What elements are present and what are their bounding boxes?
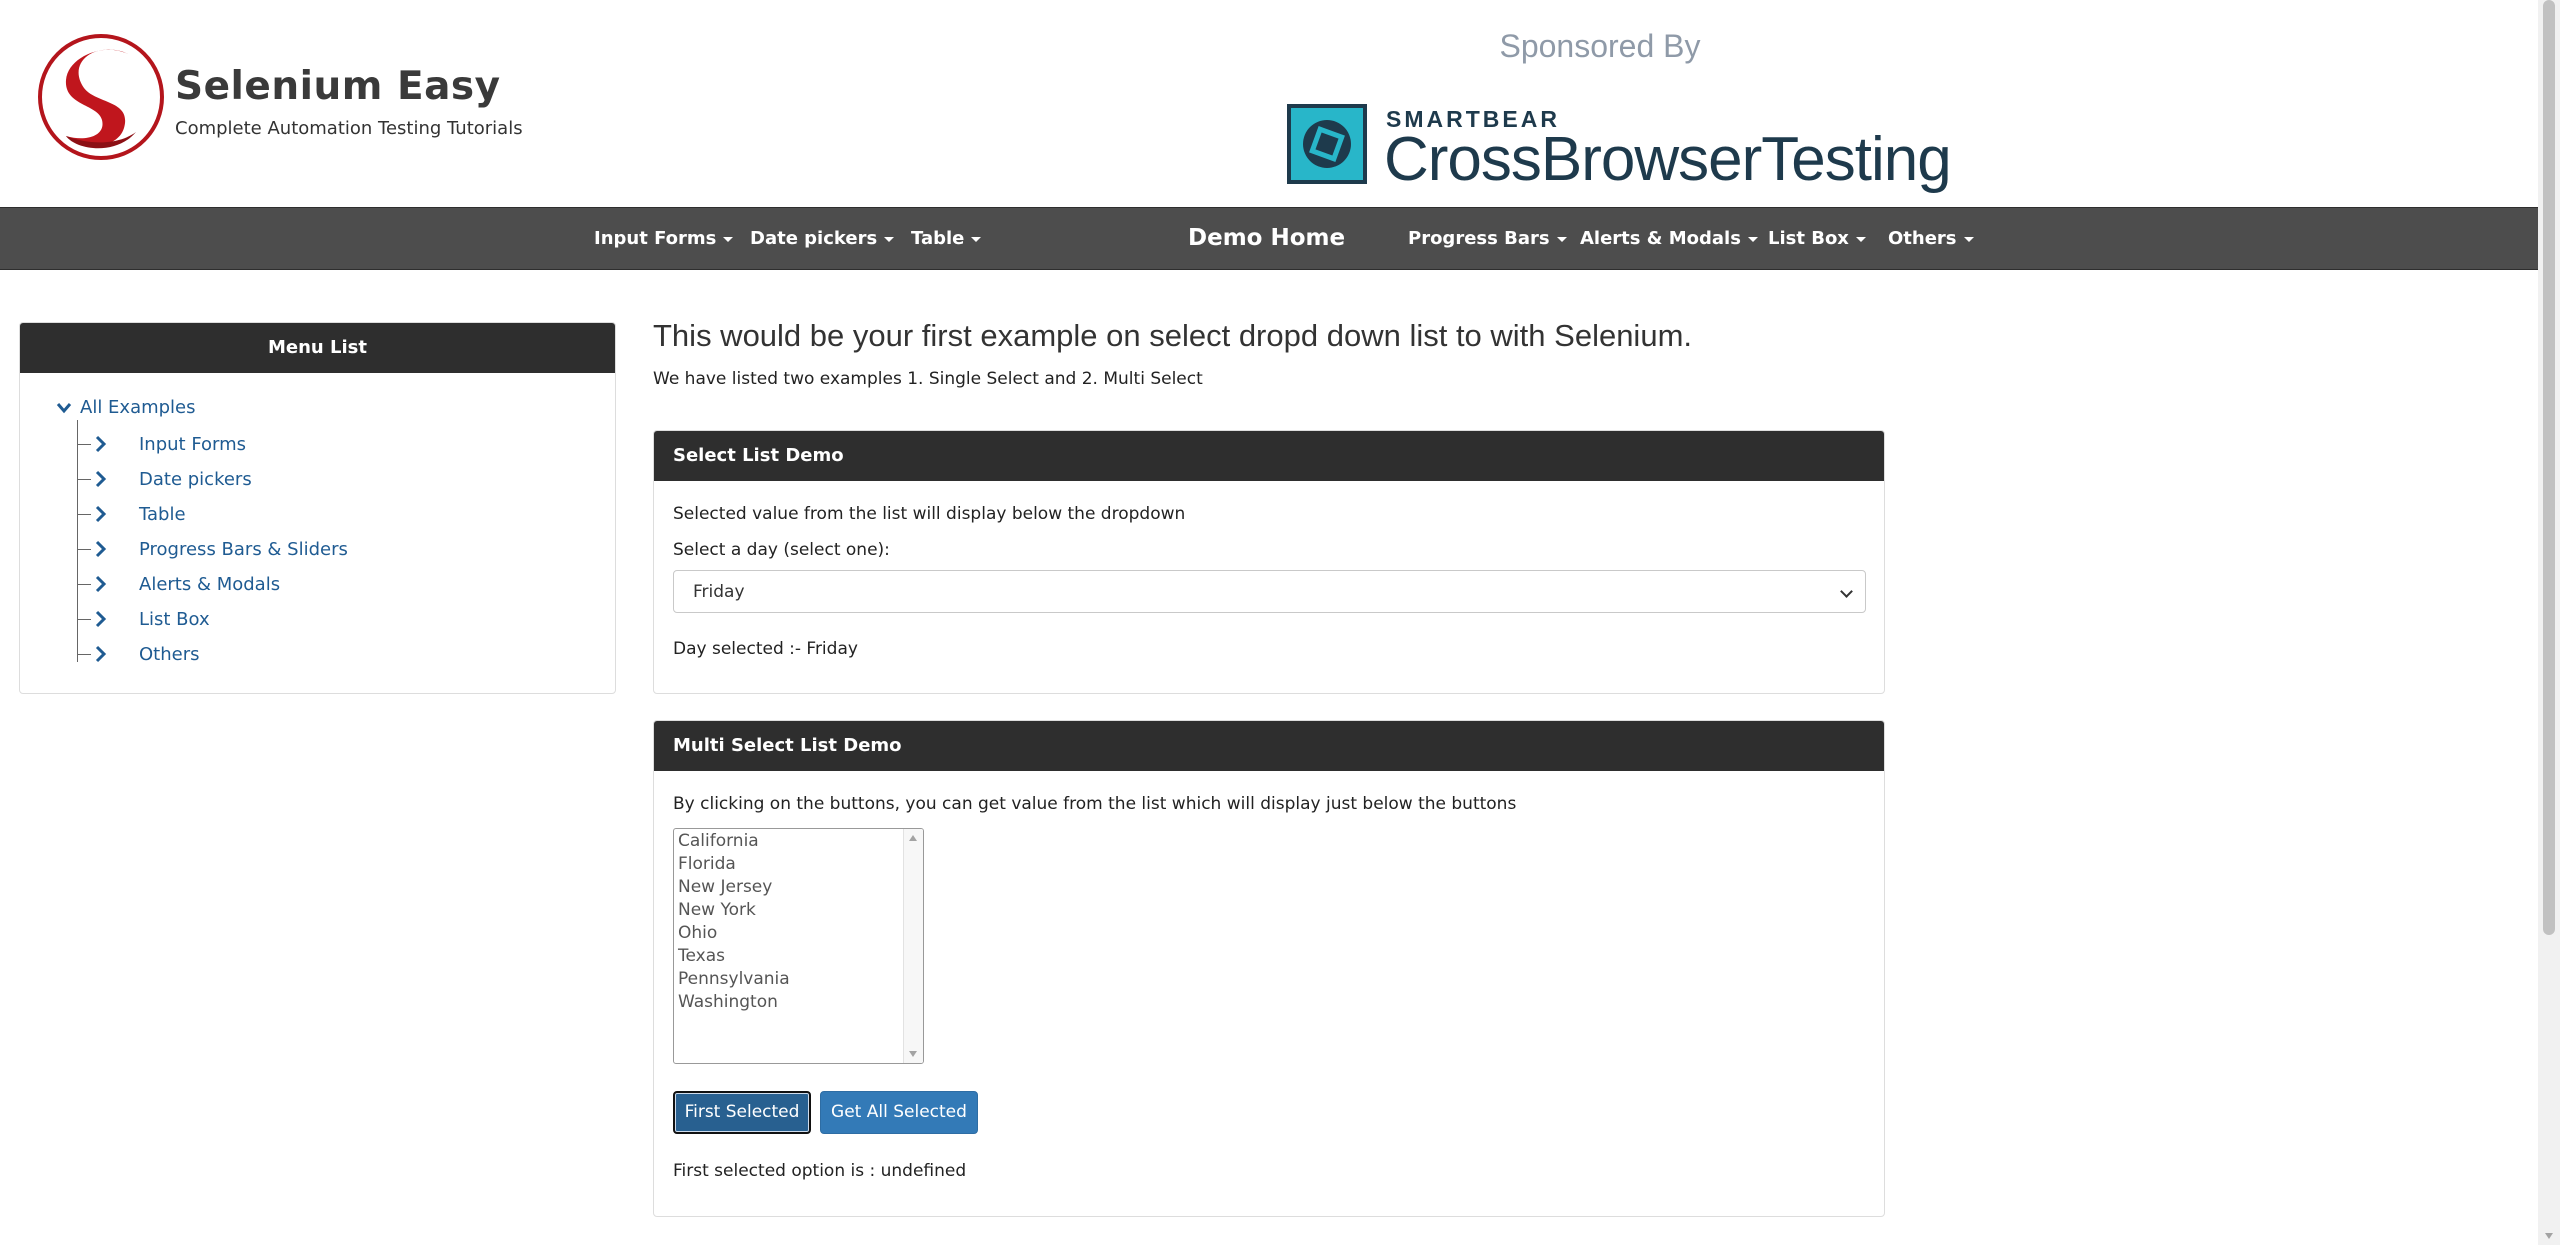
caret-down-icon <box>1747 236 1758 242</box>
sidebar-item-label: Table <box>139 504 186 525</box>
top-navbar: Input Forms Date pickers Table Demo Home… <box>0 207 2538 270</box>
nav-list-box[interactable]: List Box <box>1768 228 1866 249</box>
tree-branch <box>77 549 91 550</box>
sponsored-label: Sponsored By <box>1499 28 1701 64</box>
chevron-right-icon <box>95 645 107 663</box>
sidebar-item-label: List Box <box>139 609 210 630</box>
tree-branch <box>77 584 91 585</box>
scroll-up-icon[interactable] <box>909 835 917 841</box>
states-multi-select[interactable]: California Florida New Jersey New York O… <box>673 828 924 1064</box>
nav-demo-home[interactable]: Demo Home <box>1188 225 1345 251</box>
chevron-down-icon <box>1840 585 1853 598</box>
caret-down-icon <box>971 236 982 242</box>
sidebar-item-label: Input Forms <box>139 434 247 455</box>
tree-root-label: All Examples <box>80 397 196 418</box>
caret-down-icon <box>723 236 734 242</box>
nav-label: Others <box>1888 228 1957 249</box>
tree-branch <box>77 479 91 480</box>
site-title[interactable]: Selenium Easy <box>175 64 501 109</box>
list-option[interactable]: California <box>678 831 759 851</box>
nav-label: Date pickers <box>750 228 878 249</box>
day-select[interactable]: Friday <box>673 570 1866 613</box>
first-selected-result: First selected option is : undefined <box>673 1161 967 1181</box>
nav-alerts-modals[interactable]: Alerts & Modals <box>1580 228 1758 249</box>
nav-label: Alerts & Modals <box>1580 228 1741 249</box>
select-description: Selected value from the list will displa… <box>673 504 1186 524</box>
nav-others[interactable]: Others <box>1888 228 1974 249</box>
chevron-right-icon <box>95 540 107 558</box>
tree-branch <box>77 654 91 655</box>
multi-select-panel: Multi Select List Demo By clicking on th… <box>653 720 1885 1217</box>
nav-progress-bars[interactable]: Progress Bars <box>1408 228 1567 249</box>
list-option[interactable]: Pennsylvania <box>678 969 790 989</box>
chevron-right-icon <box>95 470 107 488</box>
tree-connector <box>77 420 78 662</box>
list-option[interactable]: Washington <box>678 992 778 1012</box>
chevron-right-icon <box>95 435 107 453</box>
select-label: Select a day (select one): <box>673 540 890 560</box>
caret-down-icon <box>1963 236 1974 242</box>
caret-down-icon <box>1556 236 1567 242</box>
caret-down-icon <box>1855 236 1866 242</box>
nav-label: Progress Bars <box>1408 228 1550 249</box>
list-option[interactable]: Texas <box>678 946 725 966</box>
scrollbar-thumb[interactable] <box>2543 0 2555 935</box>
sidebar-item-label: Alerts & Modals <box>139 574 281 595</box>
sidebar-item-label: Date pickers <box>139 469 252 490</box>
panel-title: Multi Select List Demo <box>654 721 1884 771</box>
list-option[interactable]: New York <box>678 900 756 920</box>
multi-description: By clicking on the buttons, you can get … <box>673 794 1517 814</box>
sidebar-item-label: Others <box>139 644 200 665</box>
listbox-scrollbar[interactable] <box>903 829 923 1063</box>
nav-input-forms[interactable]: Input Forms <box>594 228 734 249</box>
site-logo[interactable] <box>36 32 166 162</box>
chevron-down-icon <box>56 403 72 414</box>
caret-down-icon <box>884 236 895 242</box>
menu-list-panel: Menu List All Examples Input Forms Date … <box>19 322 616 694</box>
get-all-selected-button[interactable]: Get All Selected <box>820 1091 978 1134</box>
first-selected-button[interactable]: First Selected <box>673 1091 811 1134</box>
tree-branch <box>77 514 91 515</box>
list-option[interactable]: New Jersey <box>678 877 772 897</box>
chevron-right-icon <box>95 610 107 628</box>
nav-label: List Box <box>1768 228 1849 249</box>
nav-table[interactable]: Table <box>911 228 982 249</box>
page-subtitle: We have listed two examples 1. Single Se… <box>653 369 1203 389</box>
tree-branch <box>77 619 91 620</box>
tree-root-all-examples[interactable]: All Examples <box>56 397 196 418</box>
nav-date-pickers[interactable]: Date pickers <box>750 228 895 249</box>
menu-list-title: Menu List <box>20 323 615 373</box>
sponsor-product[interactable]: CrossBrowserTesting <box>1384 124 1952 195</box>
day-select-value: Friday <box>693 582 745 602</box>
sidebar-item-label: Progress Bars & Sliders <box>139 539 348 560</box>
page-scrollbar[interactable] <box>2538 0 2560 1245</box>
list-option[interactable]: Ohio <box>678 923 717 943</box>
scroll-down-icon[interactable] <box>909 1051 917 1057</box>
panel-title: Select List Demo <box>654 431 1884 481</box>
list-option[interactable]: Florida <box>678 854 736 874</box>
select-list-panel: Select List Demo Selected value from the… <box>653 430 1885 694</box>
smartbear-logo-icon[interactable] <box>1287 104 1367 184</box>
site-subtitle: Complete Automation Testing Tutorials <box>175 118 523 139</box>
page-title: This would be your first example on sele… <box>653 318 1692 353</box>
chevron-right-icon <box>95 505 107 523</box>
tree-branch <box>77 444 91 445</box>
chevron-right-icon <box>95 575 107 593</box>
scroll-down-icon[interactable] <box>2545 1233 2553 1239</box>
day-selected-result: Day selected :- Friday <box>673 639 858 659</box>
nav-label: Table <box>911 228 965 249</box>
nav-label: Input Forms <box>594 228 717 249</box>
